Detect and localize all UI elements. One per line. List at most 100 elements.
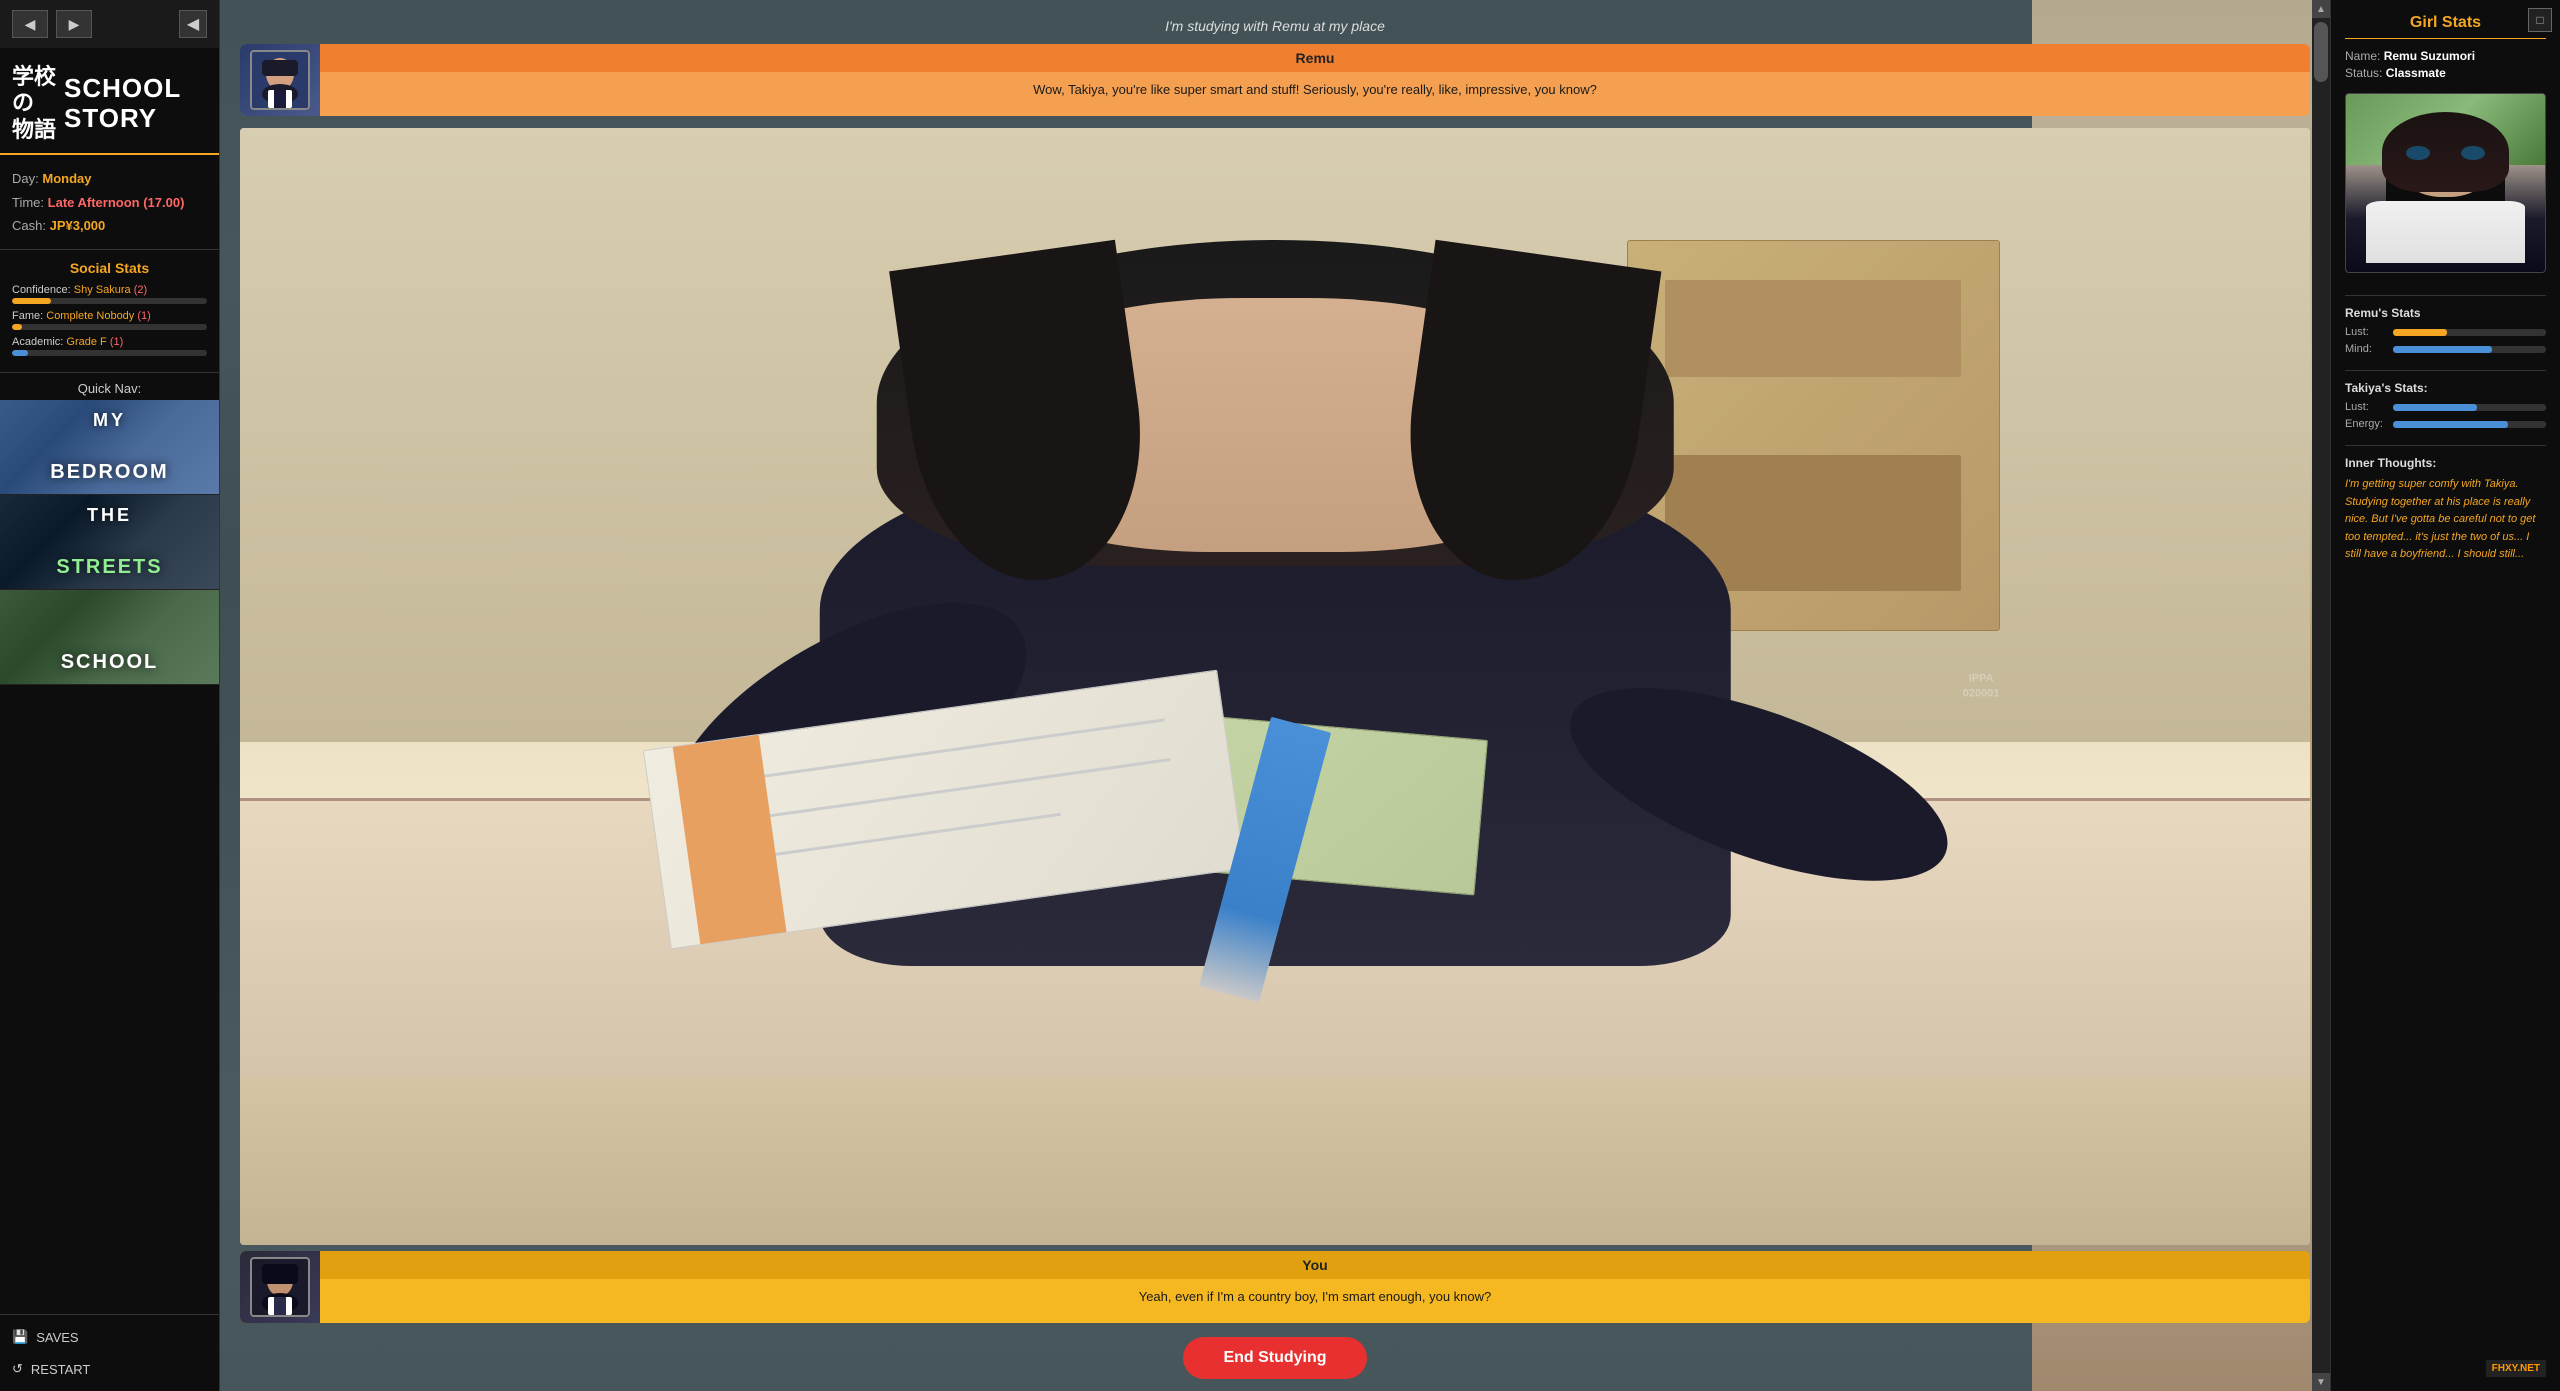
takiya-lust-row: Lust: — [2345, 401, 2546, 413]
academic-bar — [12, 350, 28, 356]
remu-lust-label: Lust: — [2345, 326, 2385, 338]
game-logo: 学校 の 物語 SCHOOL STORY — [0, 48, 219, 155]
name-value: Remu Suzumori — [2384, 49, 2475, 63]
divider-2 — [2345, 370, 2546, 371]
restart-label: RESTART — [31, 1362, 90, 1377]
remu-avatar-img — [250, 50, 310, 110]
day-label: Day: — [12, 171, 39, 186]
window-control-button[interactable]: □ — [2528, 8, 2552, 32]
confidence-label: Confidence: — [12, 284, 71, 296]
center-study-image: IPPA 020001 — [240, 128, 2310, 1245]
saves-icon: 💾 — [12, 1329, 28, 1345]
academic-num: (1) — [110, 336, 123, 348]
quick-nav-title: Quick Nav: — [0, 373, 219, 400]
remu-mind-label: Mind: — [2345, 343, 2385, 355]
remu-mind-row: Mind: — [2345, 343, 2546, 355]
girl-name-row: Name: Remu Suzumori — [2345, 49, 2546, 63]
cash-value: JP¥3,000 — [50, 218, 106, 233]
remu-lust-bar-bg — [2393, 329, 2546, 336]
sidebar-collapse-button[interactable]: ◀ — [179, 10, 207, 38]
you-speaker-name: You — [320, 1251, 2310, 1279]
day-value: Monday — [42, 171, 91, 186]
you-dialog-box: You Yeah, even if I'm a country boy, I'm… — [240, 1251, 2310, 1323]
player-stats: Day: Monday Time: Late Afternoon (17.00)… — [0, 155, 219, 250]
nav-location-streets[interactable]: THE STREETS — [0, 495, 219, 590]
girl-info: Name: Remu Suzumori Status: Classmate — [2345, 49, 2546, 83]
nav-location-bedroom[interactable]: MY BEDROOM — [0, 400, 219, 495]
streets-nav-line2: STREETS — [0, 556, 219, 579]
remu-dialog-content: Remu Wow, Takiya, you're like super smar… — [320, 44, 2310, 116]
bedroom-nav-line2: BEDROOM — [0, 461, 219, 484]
school-nav-label: SCHOOL — [0, 651, 219, 674]
scroll-track — [2312, 18, 2330, 1373]
restart-button[interactable]: ↺ RESTART — [12, 1357, 207, 1381]
site-badge: FHXY.NET — [2345, 1338, 2546, 1377]
dialog-area: I'm studying with Remu at my place — [220, 0, 2330, 1391]
confidence-stat: Confidence: Shy Sakura (2) — [12, 284, 207, 304]
status-value: Classmate — [2386, 66, 2446, 80]
cash-label: Cash: — [12, 218, 46, 233]
end-studying-button[interactable]: End Studying — [1183, 1337, 1366, 1379]
study-scene: IPPA 020001 — [240, 128, 2310, 1245]
academic-label: Academic: — [12, 336, 63, 348]
confidence-bar — [12, 298, 51, 304]
remu-mind-bar-bg — [2393, 346, 2546, 353]
back-button[interactable]: ◀ — [12, 10, 48, 38]
fame-label: Fame: — [12, 310, 43, 322]
takiya-energy-label: Energy: — [2345, 418, 2385, 430]
confidence-num: (2) — [134, 284, 147, 296]
girl-portrait — [2345, 93, 2546, 273]
remu-dialog-box: Remu Wow, Takiya, you're like super smar… — [240, 44, 2310, 116]
fame-value: Complete Nobody — [46, 310, 134, 322]
time-value: Late Afternoon (17.00) — [48, 195, 185, 210]
fame-stat: Fame: Complete Nobody (1) — [12, 310, 207, 330]
portrait-bg — [2346, 94, 2545, 272]
restart-icon: ↺ — [12, 1361, 23, 1377]
saves-button[interactable]: 💾 SAVES — [12, 1325, 207, 1349]
remu-lust-bar — [2393, 329, 2447, 336]
remu-speaker-name: Remu — [320, 44, 2310, 72]
takiya-lust-label: Lust: — [2345, 401, 2385, 413]
you-avatar — [240, 1251, 320, 1323]
takiya-lust-bar — [2393, 404, 2477, 411]
nav-location-school[interactable]: SCHOOL — [0, 590, 219, 685]
girl-stats-title: Girl Stats — [2345, 14, 2546, 39]
status-label: Status: — [2345, 66, 2382, 80]
you-avatar-img — [250, 1257, 310, 1317]
confidence-value: Shy Sakura — [74, 284, 131, 296]
main-scrollbar[interactable]: ▲ ▼ — [2312, 0, 2330, 1391]
takiya-energy-bar-bg — [2393, 421, 2546, 428]
social-stats-title: Social Stats — [12, 260, 207, 276]
girl-status-row: Status: Classmate — [2345, 66, 2546, 80]
remu-lust-row: Lust: — [2345, 326, 2546, 338]
inner-thoughts-text: I'm getting super comfy with Takiya. Stu… — [2345, 476, 2546, 564]
remu-dialog-text: Wow, Takiya, you're like super smart and… — [320, 72, 2310, 109]
scroll-up-button[interactable]: ▲ — [2312, 0, 2330, 18]
divider-3 — [2345, 445, 2546, 446]
remu-mind-bar — [2393, 346, 2492, 353]
floor — [240, 1077, 2310, 1245]
name-label: Name: — [2345, 49, 2380, 63]
forward-button[interactable]: ▶ — [56, 10, 92, 38]
time-label: Time: — [12, 195, 44, 210]
scroll-down-button[interactable]: ▼ — [2312, 1373, 2330, 1391]
fame-num: (1) — [137, 310, 150, 322]
you-dialog-content: You Yeah, even if I'm a country boy, I'm… — [320, 1251, 2310, 1323]
watermark: IPPA 020001 — [1963, 671, 2000, 702]
divider-1 — [2345, 295, 2546, 296]
scroll-thumb — [2314, 22, 2328, 82]
saves-label: SAVES — [36, 1330, 78, 1345]
left-sidebar: ◀ ▶ ◀ 学校 の 物語 SCHOOL STORY Day: Monday T… — [0, 0, 220, 1391]
nav-arrows-bar: ◀ ▶ ◀ — [0, 0, 219, 48]
you-dialog-text: Yeah, even if I'm a country boy, I'm sma… — [320, 1279, 2310, 1316]
social-stats-panel: Social Stats Confidence: Shy Sakura (2) … — [0, 250, 219, 373]
bedroom-nav-line1: MY — [0, 410, 219, 431]
right-sidebar: □ Girl Stats Name: Remu Suzumori Status:… — [2330, 0, 2560, 1391]
fame-bar — [12, 324, 22, 330]
academic-value: Grade F — [66, 336, 106, 348]
streets-nav-line1: THE — [0, 505, 219, 526]
takiya-lust-bar-bg — [2393, 404, 2546, 411]
takiya-stats-title: Takiya's Stats: — [2345, 381, 2546, 395]
logo-kanji: 学校 の 物語 — [12, 64, 56, 143]
remu-avatar — [240, 44, 320, 116]
